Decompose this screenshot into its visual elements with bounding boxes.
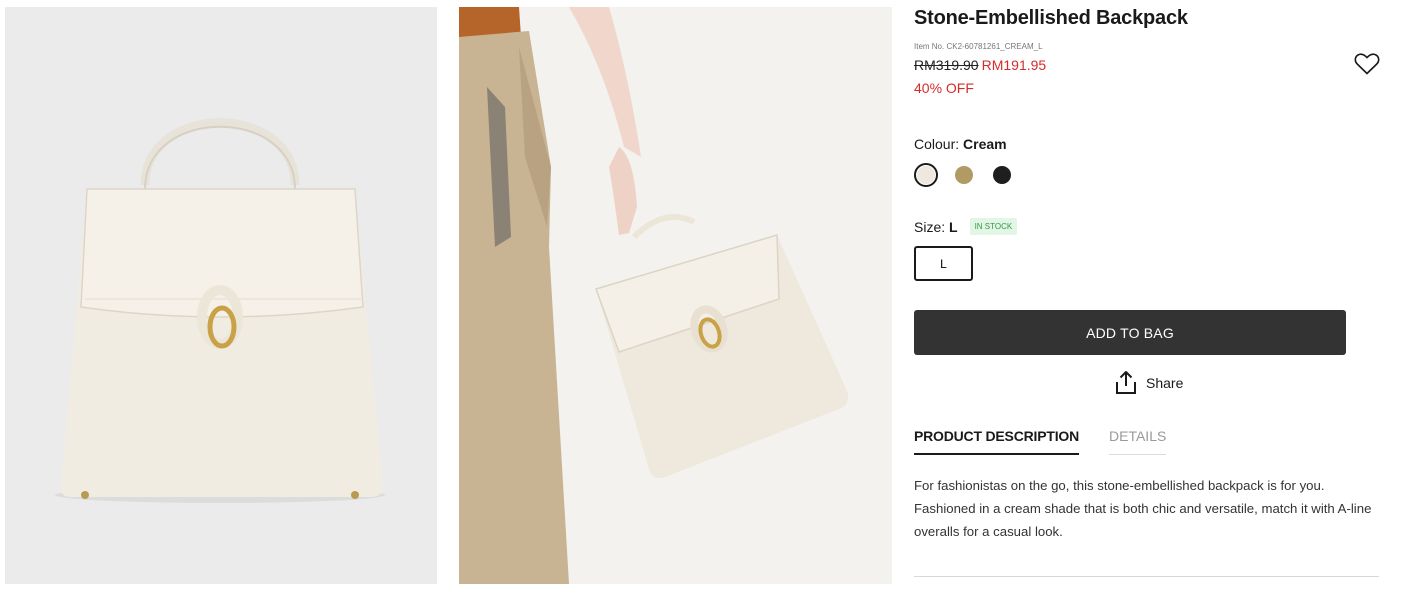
size-row: Size: L IN STOCK: [914, 218, 1018, 235]
divider: [914, 576, 1379, 577]
swatch-cream-dot: [917, 166, 935, 184]
product-tabs: PRODUCT DESCRIPTION DETAILS: [914, 428, 1167, 455]
price-row: RM319.90 RM191.95: [914, 57, 1046, 73]
add-to-bag-button[interactable]: ADD TO BAG: [914, 310, 1346, 355]
tab-product-description[interactable]: PRODUCT DESCRIPTION: [914, 428, 1079, 455]
product-description-text: For fashionistas on the go, this stone-e…: [914, 478, 1372, 539]
size-label: Size: L: [914, 219, 958, 235]
share-button[interactable]: Share: [1114, 370, 1183, 396]
item-number: Item No. CK2-60781261_CREAM_L: [914, 42, 1043, 51]
tab-details[interactable]: DETAILS: [1109, 428, 1167, 455]
swatch-black-dot: [993, 166, 1011, 184]
swatch-black[interactable]: [990, 163, 1014, 187]
colour-selected: Cream: [963, 136, 1007, 152]
size-label-prefix: Size:: [914, 218, 946, 235]
product-image-main[interactable]: [5, 7, 437, 584]
product-title: Stone-Embellished Backpack: [914, 7, 1188, 29]
original-price: RM319.90: [914, 57, 979, 73]
size-selected: L: [949, 218, 958, 235]
colour-label-prefix: Colour:: [914, 136, 960, 152]
share-label: Share: [1146, 375, 1184, 391]
product-details-panel: Stone-Embellished Backpack Item No. CK2-…: [914, 0, 1384, 589]
discount-label: 40% OFF: [914, 80, 974, 96]
wishlist-button[interactable]: [1354, 52, 1380, 76]
sale-price: RM191.95: [981, 57, 1047, 73]
size-option-l[interactable]: L: [914, 246, 973, 281]
heart-outline-icon: [1354, 53, 1380, 75]
backpack-image: [5, 7, 437, 584]
swatch-tan-dot: [955, 166, 973, 184]
colour-swatches: [914, 163, 1014, 187]
stock-badge: IN STOCK: [969, 218, 1018, 235]
share-icon: [1116, 371, 1136, 394]
swatch-tan[interactable]: [952, 163, 976, 187]
product-image-model[interactable]: [459, 7, 892, 584]
colour-label: Colour: Cream: [914, 136, 1007, 152]
swatch-cream[interactable]: [914, 163, 938, 187]
model-holding-backpack-image: [459, 7, 892, 584]
